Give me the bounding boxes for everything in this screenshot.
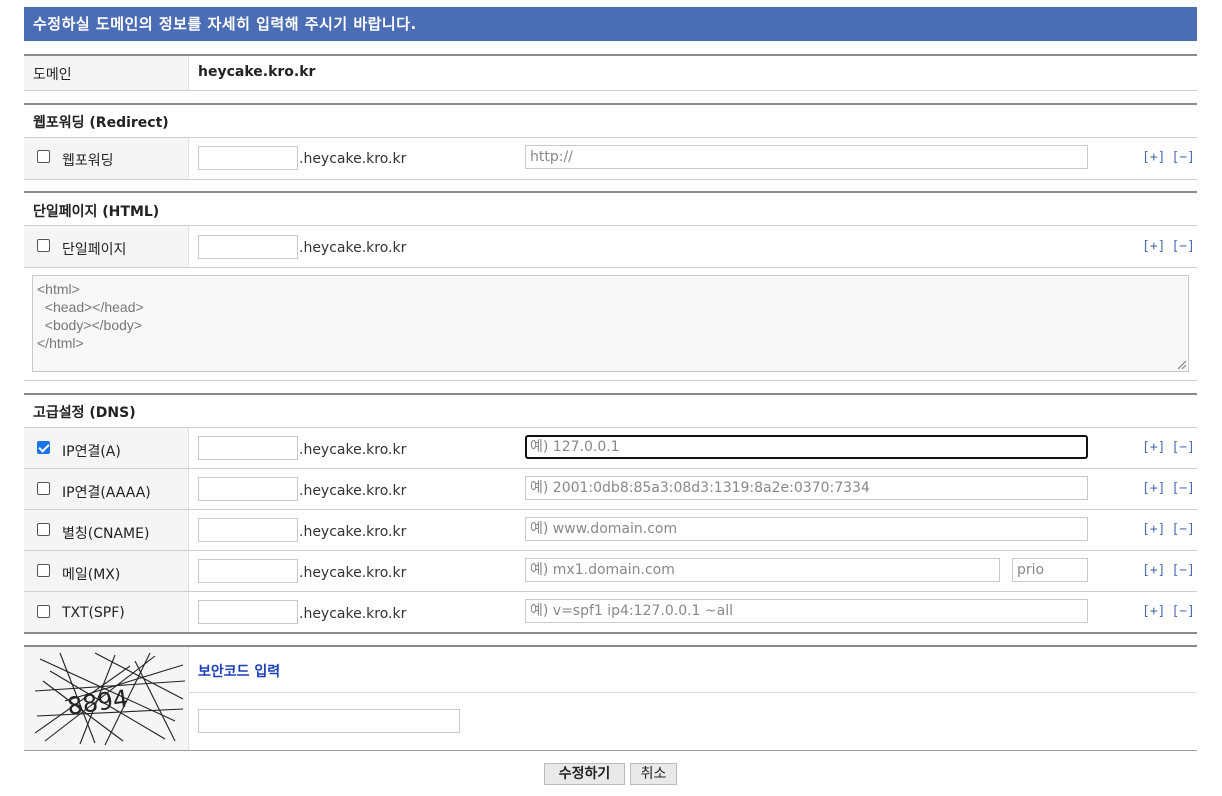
divider — [24, 750, 1197, 751]
dns-cname-subdomain-input[interactable] — [198, 518, 298, 542]
dns-aaaa-checkbox[interactable] — [37, 482, 50, 495]
add-remove-controls: [+] [−] — [1142, 522, 1201, 537]
dns-txt-value-input[interactable]: 예) v=spf1 ip4:127.0.0.1 ~all — [525, 599, 1088, 623]
redirect-subdomain-input[interactable] — [198, 146, 298, 170]
captcha-image: 8894 — [35, 651, 185, 746]
dns-txt-checkbox[interactable] — [37, 605, 50, 618]
single-page-checkbox[interactable] — [37, 239, 50, 252]
domain-suffix: .heycake.kro.kr — [299, 483, 407, 499]
dns-mx-priority-input[interactable]: prio — [1012, 558, 1088, 582]
divider — [24, 645, 1197, 647]
divider — [24, 380, 1197, 381]
divider — [24, 225, 1197, 226]
dns-aaaa-value-input[interactable]: 예) 2001:0db8:85a3:08d3:1319:8a2e:0370:73… — [525, 476, 1088, 500]
remove-row-button[interactable]: [−] — [1171, 239, 1194, 254]
redirect-section-title: 웹포워딩 (Redirect) — [33, 115, 169, 131]
dns-mx-value-input[interactable]: 예) mx1.domain.com — [525, 558, 1000, 582]
single-page-section-title: 단일페이지 (HTML) — [33, 204, 160, 220]
add-row-button[interactable]: [+] — [1142, 440, 1165, 455]
redirect-label: 웹포워딩 — [62, 153, 114, 169]
divider — [24, 393, 1197, 395]
dns-a-value-input[interactable]: 예) 127.0.0.1 — [525, 435, 1088, 459]
dns-aaaa-subdomain-input[interactable] — [198, 477, 298, 501]
divider — [24, 509, 1197, 510]
single-page-label: 단일페이지 — [62, 242, 127, 258]
dns-mx-subdomain-input[interactable] — [198, 559, 298, 583]
dns-cname-value-input[interactable]: 예) www.domain.com — [525, 517, 1088, 541]
divider — [189, 692, 1197, 693]
divider — [24, 179, 1197, 180]
domain-suffix: .heycake.kro.kr — [299, 151, 407, 167]
html-content-text: <html> <head></head> <body></body> </htm… — [37, 281, 144, 351]
redirect-url-input[interactable]: http:// — [525, 145, 1088, 169]
add-row-button[interactable]: [+] — [1142, 481, 1165, 496]
captcha-input[interactable] — [198, 709, 460, 733]
divider — [24, 468, 1197, 469]
add-remove-controls: [+] [−] — [1142, 440, 1201, 455]
divider — [24, 427, 1197, 428]
add-row-button[interactable]: [+] — [1142, 522, 1165, 537]
divider — [24, 550, 1197, 551]
domain-suffix: .heycake.kro.kr — [299, 524, 407, 540]
dns-cname-label: 별칭(CNAME) — [62, 526, 150, 542]
domain-label: 도메인 — [33, 67, 72, 83]
resize-grip-icon[interactable] — [1176, 359, 1186, 369]
page-instruction-banner: 수정하실 도메인의 정보를 자세히 입력해 주시기 바랍니다. — [24, 7, 1197, 41]
domain-suffix: .heycake.kro.kr — [299, 565, 407, 581]
remove-row-button[interactable]: [−] — [1171, 563, 1194, 578]
html-content-textarea[interactable]: <html> <head></head> <body></body> </htm… — [32, 275, 1189, 372]
dns-txt-label: TXT(SPF) — [62, 605, 125, 621]
domain-suffix: .heycake.kro.kr — [299, 442, 407, 458]
dns-cname-checkbox[interactable] — [37, 523, 50, 536]
dns-a-label: IP연결(A) — [62, 444, 121, 460]
divider — [24, 54, 1197, 56]
add-remove-controls: [+] [−] — [1142, 239, 1201, 254]
dns-a-checkbox[interactable] — [37, 441, 50, 454]
add-remove-controls: [+] [−] — [1142, 150, 1201, 165]
remove-row-button[interactable]: [−] — [1171, 604, 1194, 619]
captcha-label: 보안코드 입력 — [198, 664, 281, 680]
remove-row-button[interactable]: [−] — [1171, 522, 1194, 537]
divider — [24, 632, 1197, 634]
divider — [24, 591, 1197, 592]
domain-suffix: .heycake.kro.kr — [299, 240, 407, 256]
domain-value: heycake.kro.kr — [198, 64, 316, 80]
divider — [24, 90, 1197, 91]
add-remove-controls: [+] [−] — [1142, 604, 1201, 619]
domain-suffix: .heycake.kro.kr — [299, 606, 407, 622]
add-remove-controls: [+] [−] — [1142, 481, 1201, 496]
add-row-button[interactable]: [+] — [1142, 604, 1165, 619]
dns-aaaa-label: IP연결(AAAA) — [62, 485, 151, 501]
dns-txt-subdomain-input[interactable] — [198, 600, 298, 624]
add-row-button[interactable]: [+] — [1142, 239, 1165, 254]
dns-section-title: 고급설정 (DNS) — [33, 405, 136, 421]
cancel-button[interactable]: 취소 — [630, 763, 677, 785]
redirect-checkbox[interactable] — [37, 150, 50, 163]
single-page-subdomain-input[interactable] — [198, 235, 298, 259]
add-row-button[interactable]: [+] — [1142, 150, 1165, 165]
divider — [24, 137, 1197, 138]
divider — [24, 267, 1197, 268]
remove-row-button[interactable]: [−] — [1171, 481, 1194, 496]
submit-button[interactable]: 수정하기 — [544, 763, 625, 785]
remove-row-button[interactable]: [−] — [1171, 440, 1194, 455]
add-remove-controls: [+] [−] — [1142, 563, 1201, 578]
remove-row-button[interactable]: [−] — [1171, 150, 1194, 165]
divider — [24, 191, 1197, 193]
divider — [24, 103, 1197, 105]
dns-mx-checkbox[interactable] — [37, 564, 50, 577]
dns-a-subdomain-input[interactable] — [198, 436, 298, 460]
dns-mx-label: 메일(MX) — [62, 567, 121, 583]
add-row-button[interactable]: [+] — [1142, 563, 1165, 578]
